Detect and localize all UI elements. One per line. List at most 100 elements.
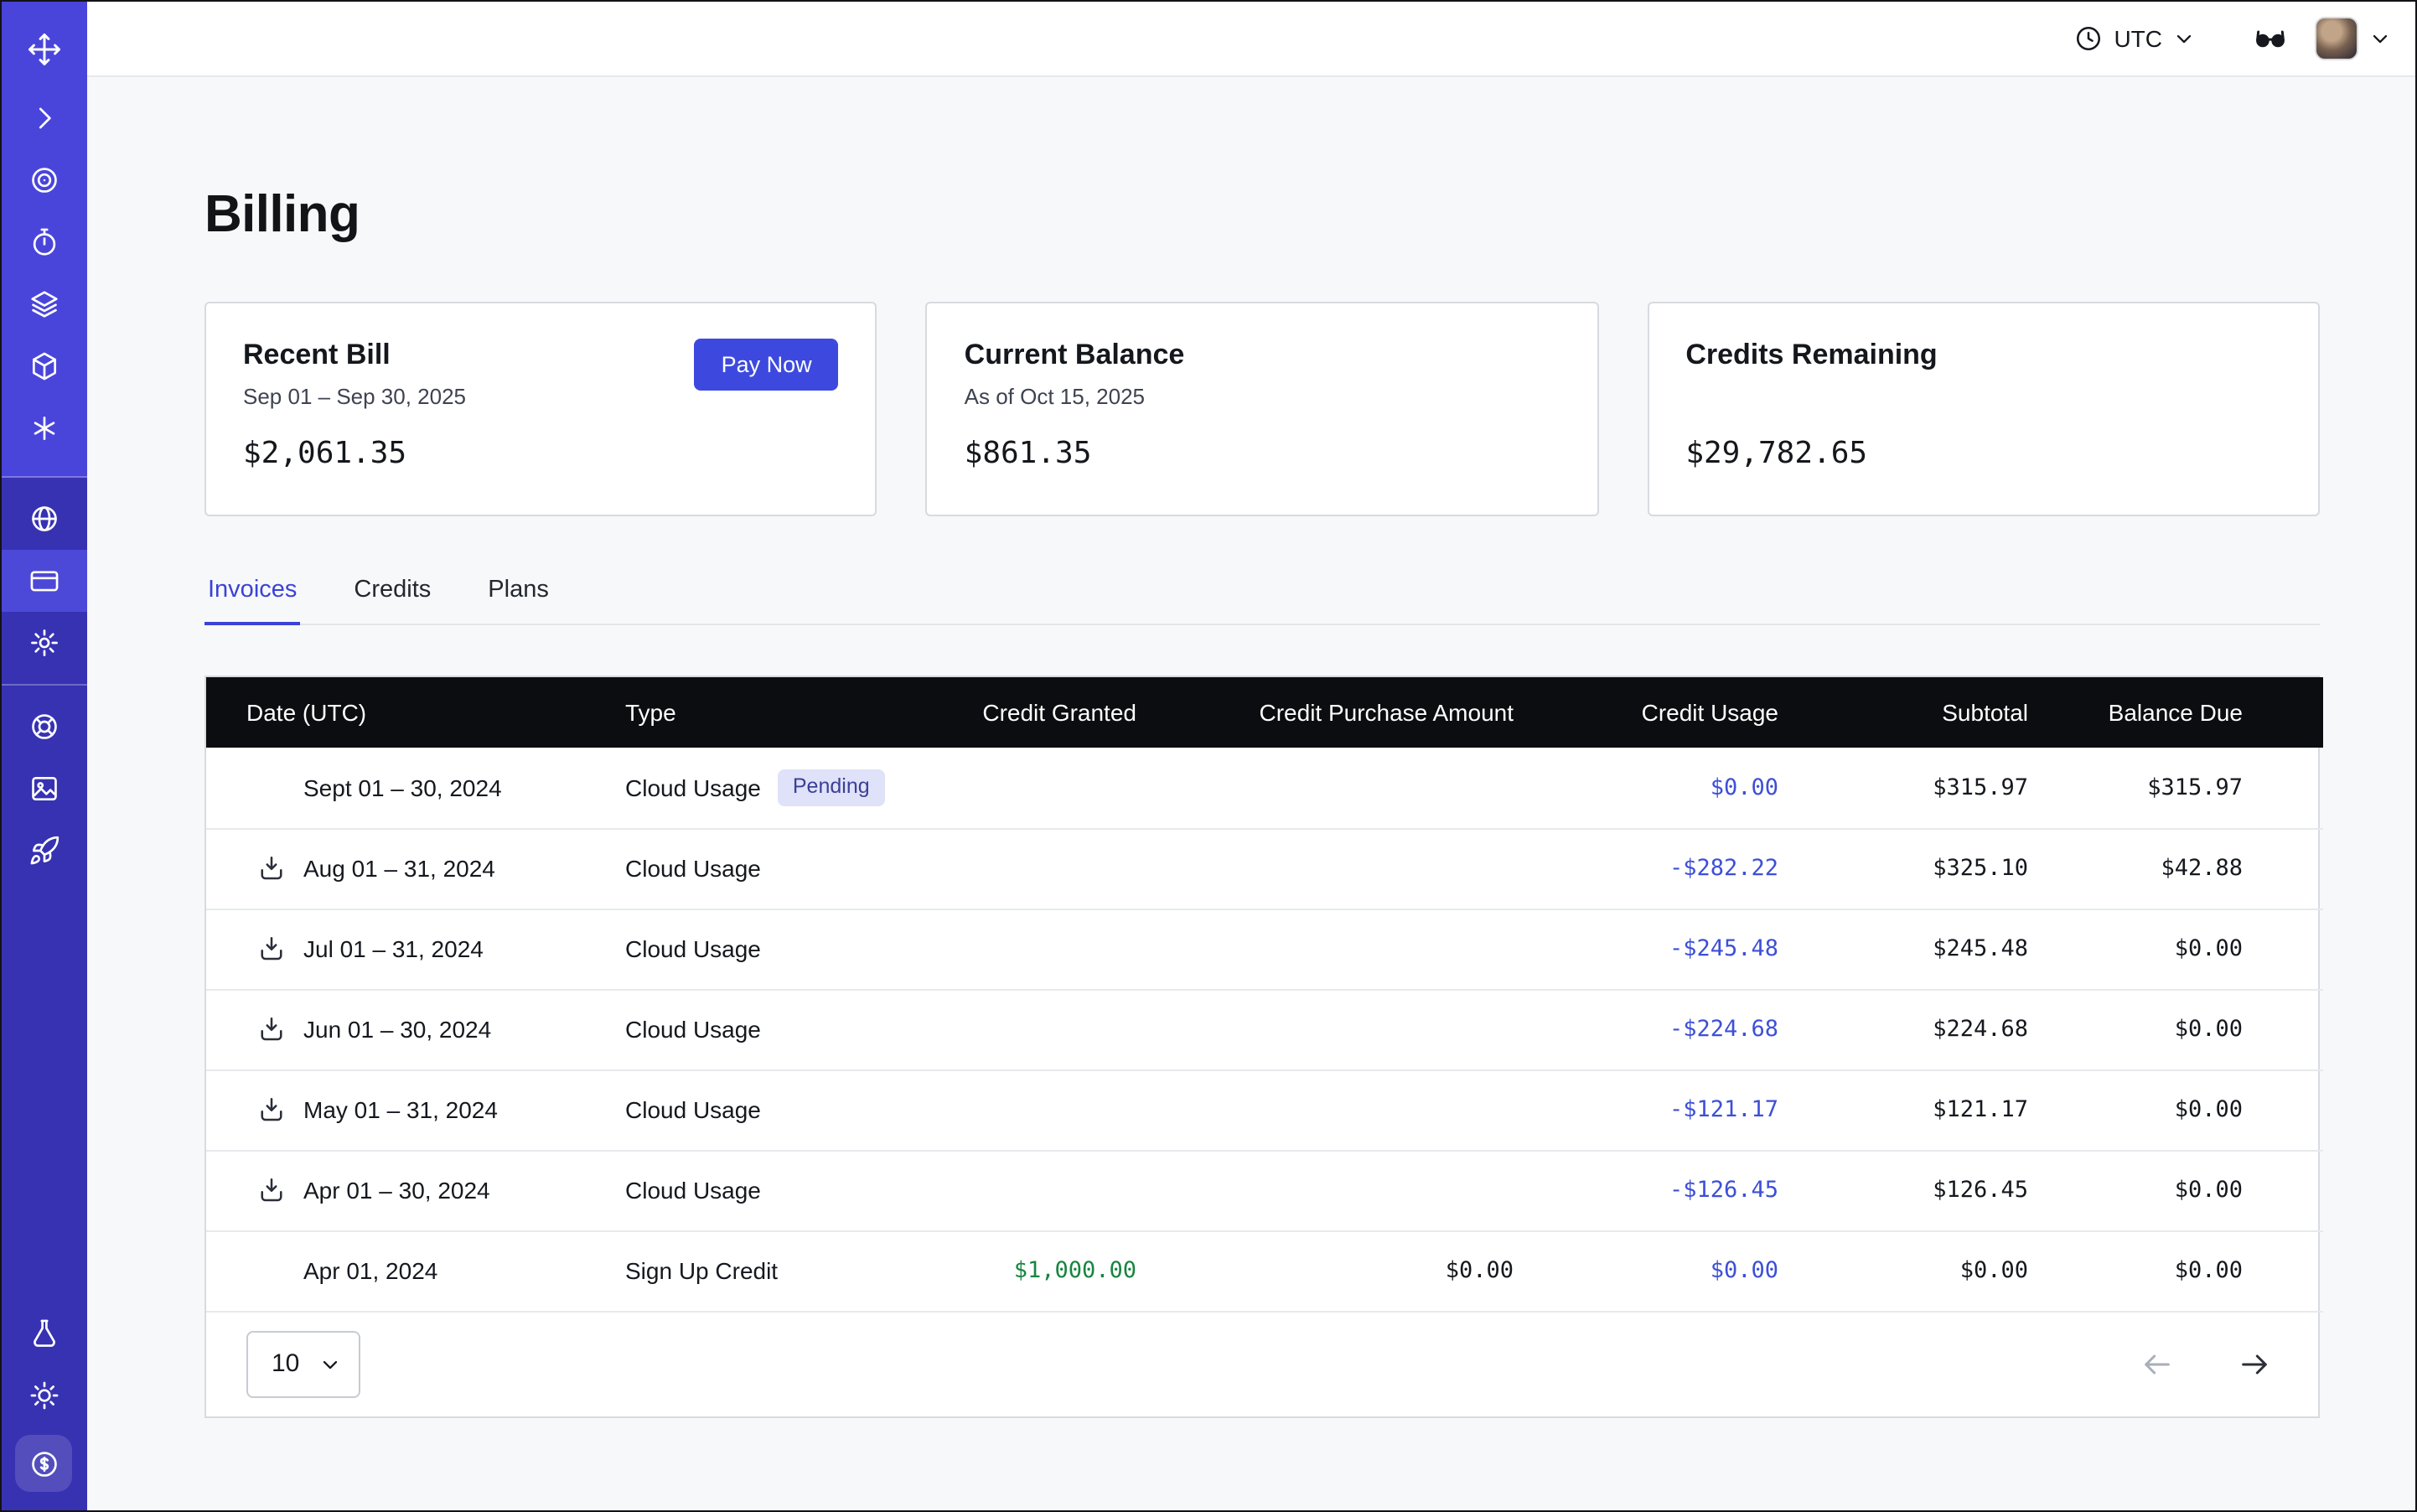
next-page-button[interactable]: [2231, 1340, 2278, 1387]
download-icon: [256, 1175, 287, 1205]
credit-granted-value: [893, 828, 1136, 909]
subtotal-value: $325.10: [1778, 828, 2028, 909]
card-title: Recent Bill: [243, 339, 466, 372]
target-icon: [28, 164, 60, 196]
image-icon: [28, 773, 60, 805]
invoice-date: Apr 01, 2024: [303, 1257, 437, 1284]
move-icon: [26, 31, 61, 66]
previous-page-button[interactable]: [2134, 1340, 2181, 1387]
download-invoice-button[interactable]: [256, 1014, 287, 1044]
credit-usage-value: $0.00: [1514, 1230, 1778, 1311]
invoice-type: Sign Up Credit: [625, 1257, 778, 1284]
credit-granted-value: [893, 1069, 1136, 1150]
sidebar-item-services[interactable]: [0, 397, 87, 459]
credit-purchase-value: $0.00: [1136, 1230, 1514, 1311]
sidebar-item-expand[interactable]: [0, 87, 87, 149]
timezone-label: UTC: [2114, 24, 2162, 51]
clock-icon: [2073, 23, 2104, 53]
balance-due-value: $0.00: [2028, 989, 2323, 1069]
card-subtitle-empty: [1685, 384, 1937, 412]
chevron-down-icon: [2368, 26, 2392, 49]
credit-granted-value: $1,000.00: [893, 1230, 1136, 1311]
invoice-date: Apr 01 – 30, 2024: [303, 1177, 490, 1204]
table-row: Jul 01 – 31, 2024 Cloud Usage -$245.48: [206, 909, 2323, 989]
credit-usage-value: -$121.17: [1514, 1069, 1778, 1150]
avatar: [2315, 16, 2358, 60]
sidebar-item-labs[interactable]: [0, 1302, 87, 1364]
sidebar: [0, 0, 87, 1512]
subtotal-value: $224.68: [1778, 989, 2028, 1069]
status-badge: Pending: [778, 769, 885, 806]
column-header-balance-due: Balance Due: [2028, 677, 2323, 748]
sidebar-logo[interactable]: [0, 10, 87, 87]
sidebar-bottom-section: [0, 1302, 87, 1512]
credit-purchase-value: [1136, 989, 1514, 1069]
invoice-type: Cloud Usage: [625, 855, 761, 882]
download-invoice-button[interactable]: [256, 1095, 287, 1125]
column-header-subtotal: Subtotal: [1778, 677, 2028, 748]
sidebar-item-settings[interactable]: [0, 612, 87, 674]
download-invoice-button[interactable]: [256, 934, 287, 964]
credit-usage-value: $0.00: [1514, 748, 1778, 828]
invoice-date: Sept 01 – 30, 2024: [303, 774, 502, 801]
card-title: Current Balance: [965, 339, 1185, 372]
current-balance-amount: $861.35: [965, 436, 1560, 471]
glasses-button[interactable]: [2253, 20, 2288, 55]
sidebar-item-timer[interactable]: [0, 211, 87, 273]
sidebar-item-layers[interactable]: [0, 273, 87, 335]
arrow-left-icon: [2140, 1347, 2174, 1380]
tab-invoices[interactable]: Invoices: [204, 560, 300, 625]
table-row: Apr 01 – 30, 2024 Cloud Usage -$126.45: [206, 1150, 2323, 1230]
sidebar-item-credits[interactable]: [15, 1435, 72, 1492]
credits-remaining-card: Credits Remaining $29,782.65: [1647, 302, 2320, 516]
download-icon: [256, 1095, 287, 1125]
download-invoice-button[interactable]: [256, 853, 287, 883]
timezone-selector[interactable]: UTC: [2073, 23, 2196, 53]
account-menu[interactable]: [2315, 16, 2392, 60]
column-header-type: Type: [625, 677, 893, 748]
billing-tabs: Invoices Credits Plans: [204, 560, 2320, 625]
tab-credits[interactable]: Credits: [350, 560, 434, 625]
page-title: Billing: [204, 184, 2320, 245]
table-header-row: Date (UTC) Type Credit Granted Credit Pu…: [206, 677, 2323, 748]
glasses-icon: [2253, 20, 2288, 55]
dollar-icon: [28, 1447, 60, 1479]
layers-icon: [28, 288, 60, 320]
sidebar-item-usage[interactable]: [0, 488, 87, 550]
table-row: May 01 – 31, 2024 Cloud Usage -$121.17: [206, 1069, 2323, 1150]
subtotal-value: $126.45: [1778, 1150, 2028, 1230]
table-row: Sept 01 – 30, 2024 Cloud Usage Pending $…: [206, 748, 2323, 828]
invoice-type: Cloud Usage: [625, 935, 761, 962]
download-icon: [256, 934, 287, 964]
sidebar-item-gallery[interactable]: [0, 758, 87, 820]
subtotal-value: $0.00: [1778, 1230, 2028, 1311]
invoice-date: May 01 – 31, 2024: [303, 1096, 498, 1123]
chevron-right-icon: [28, 102, 60, 134]
column-header-date: Date (UTC): [206, 677, 625, 748]
balance-due-value: $0.00: [2028, 1150, 2323, 1230]
card-title: Credits Remaining: [1685, 339, 1937, 372]
asterisk-icon: [28, 412, 60, 444]
credit-granted-value: [893, 748, 1136, 828]
sidebar-item-support[interactable]: [0, 696, 87, 758]
credit-purchase-value: [1136, 1150, 1514, 1230]
credit-purchase-value: [1136, 828, 1514, 909]
page-size-select[interactable]: 10: [246, 1330, 360, 1397]
flask-icon: [28, 1318, 60, 1349]
sidebar-item-resources[interactable]: [0, 335, 87, 397]
arrow-right-icon: [2238, 1347, 2271, 1380]
page-size-value: 10: [272, 1349, 299, 1378]
sidebar-item-target[interactable]: [0, 149, 87, 211]
subtotal-value: $121.17: [1778, 1069, 2028, 1150]
column-header-credit-granted: Credit Granted: [893, 677, 1136, 748]
sidebar-item-theme[interactable]: [0, 1364, 87, 1427]
sidebar-item-billing[interactable]: [0, 550, 87, 612]
stopwatch-icon: [28, 226, 60, 258]
sidebar-item-launch[interactable]: [0, 820, 87, 882]
pay-now-button[interactable]: Pay Now: [695, 339, 839, 391]
tab-plans[interactable]: Plans: [484, 560, 552, 625]
download-invoice-button[interactable]: [256, 1175, 287, 1205]
balance-due-value: $0.00: [2028, 1230, 2323, 1311]
credit-purchase-value: [1136, 748, 1514, 828]
balance-due-value: $42.88: [2028, 828, 2323, 909]
